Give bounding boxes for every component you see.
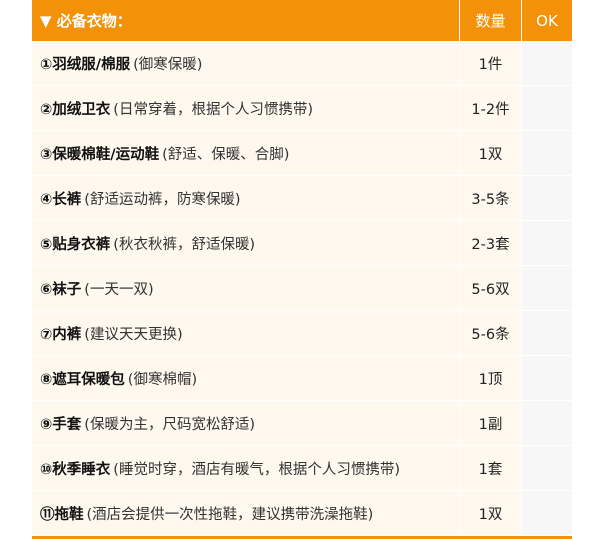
clothing-checklist-table: ▼ 必备衣物： 数量 OK ①羽绒服/棉服 (御寒保暖) 1件 ②加绒卫衣 (日常穿… bbox=[32, 0, 572, 536]
item-note: (一天一双) bbox=[84, 281, 154, 298]
item-name: ⑤贴身衣裤 bbox=[40, 236, 111, 253]
item-name: ⑥袜子 bbox=[40, 281, 82, 298]
table-row: ④长裤 (舒适运动裤，防寒保暖) 3-5条 bbox=[32, 176, 572, 221]
item-quantity: 1双 bbox=[459, 491, 521, 535]
item-cell: ⑩秋季睡衣 (睡觉时穿，酒店有暖气，根据个人习惯携带) bbox=[32, 446, 459, 490]
item-quantity: 1副 bbox=[459, 401, 521, 445]
quantity-header: 数量 bbox=[459, 0, 521, 41]
table-row: ⑤贴身衣裤 (秋衣秋裤，舒适保暖) 2-3套 bbox=[32, 221, 572, 266]
item-cell: ⑪拖鞋 (酒店会提供一次性拖鞋，建议携带洗澡拖鞋) bbox=[32, 491, 459, 535]
item-name: ③保暖棉鞋/运动鞋 bbox=[40, 146, 160, 163]
item-note: (建议天天更换) bbox=[84, 326, 183, 343]
item-quantity: 5-6条 bbox=[459, 311, 521, 355]
ok-checkbox-cell[interactable] bbox=[521, 86, 572, 130]
item-cell: ①羽绒服/棉服 (御寒保暖) bbox=[32, 41, 459, 85]
item-quantity: 1顶 bbox=[459, 356, 521, 400]
item-cell: ⑧遮耳保暖包 (御寒棉帽) bbox=[32, 356, 459, 400]
ok-checkbox-cell[interactable] bbox=[521, 401, 572, 445]
item-name: ⑧遮耳保暖包 bbox=[40, 371, 125, 388]
item-name: ⑩秋季睡衣 bbox=[40, 461, 111, 478]
table-row: ⑧遮耳保暖包 (御寒棉帽) 1顶 bbox=[32, 356, 572, 401]
item-cell: ⑨手套 (保暖为主，尺码宽松舒适) bbox=[32, 401, 459, 445]
table-row: ⑩秋季睡衣 (睡觉时穿，酒店有暖气，根据个人习惯携带) 1套 bbox=[32, 446, 572, 491]
item-quantity: 2-3套 bbox=[459, 221, 521, 265]
ok-checkbox-cell[interactable] bbox=[521, 41, 572, 85]
item-note: (日常穿着，根据个人习惯携带) bbox=[113, 101, 314, 118]
item-quantity: 5-6双 bbox=[459, 266, 521, 310]
table-header: ▼ 必备衣物： 数量 OK bbox=[32, 0, 572, 41]
item-note: (保暖为主，尺码宽松舒适) bbox=[84, 416, 256, 433]
item-quantity: 3-5条 bbox=[459, 176, 521, 220]
ok-checkbox-cell[interactable] bbox=[521, 311, 572, 355]
item-quantity: 1件 bbox=[459, 41, 521, 85]
ok-checkbox-cell[interactable] bbox=[521, 446, 572, 490]
table-row: ⑨手套 (保暖为主，尺码宽松舒适) 1副 bbox=[32, 401, 572, 446]
item-note: (御寒棉帽) bbox=[127, 371, 198, 388]
ok-checkbox-cell[interactable] bbox=[521, 221, 572, 265]
ok-header: OK bbox=[521, 0, 572, 41]
item-name: ④长裤 bbox=[40, 191, 82, 208]
item-note: (酒店会提供一次性拖鞋，建议携带洗澡拖鞋) bbox=[86, 506, 374, 523]
item-cell: ③保暖棉鞋/运动鞋 (舒适、保暖、合脚) bbox=[32, 131, 459, 175]
item-quantity: 1套 bbox=[459, 446, 521, 490]
item-note: (舒适、保暖、合脚) bbox=[162, 146, 290, 163]
ok-checkbox-cell[interactable] bbox=[521, 356, 572, 400]
item-name: ①羽绒服/棉服 bbox=[40, 56, 131, 73]
item-cell: ⑥袜子 (一天一双) bbox=[32, 266, 459, 310]
item-cell: ⑤贴身衣裤 (秋衣秋裤，舒适保暖) bbox=[32, 221, 459, 265]
item-name: ⑨手套 bbox=[40, 416, 82, 433]
table-row: ①羽绒服/棉服 (御寒保暖) 1件 bbox=[32, 41, 572, 86]
item-note: (舒适运动裤，防寒保暖) bbox=[84, 191, 241, 208]
table-row: ⑪拖鞋 (酒店会提供一次性拖鞋，建议携带洗澡拖鞋) 1双 bbox=[32, 491, 572, 536]
table-row: ②加绒卫衣 (日常穿着，根据个人习惯携带) 1-2件 bbox=[32, 86, 572, 131]
ok-checkbox-cell[interactable] bbox=[521, 491, 572, 535]
item-name: ⑪拖鞋 bbox=[40, 506, 84, 523]
item-quantity: 1双 bbox=[459, 131, 521, 175]
section-title: ▼ 必备衣物： bbox=[40, 12, 132, 30]
ok-checkbox-cell[interactable] bbox=[521, 176, 572, 220]
ok-checkbox-cell[interactable] bbox=[521, 266, 572, 310]
item-cell: ④长裤 (舒适运动裤，防寒保暖) bbox=[32, 176, 459, 220]
item-name: ②加绒卫衣 bbox=[40, 101, 111, 118]
table-row: ③保暖棉鞋/运动鞋 (舒适、保暖、合脚) 1双 bbox=[32, 131, 572, 176]
item-name: ⑦内裤 bbox=[40, 326, 82, 343]
item-note: (睡觉时穿，酒店有暖气，根据个人习惯携带) bbox=[113, 461, 401, 478]
item-cell: ⑦内裤 (建议天天更换) bbox=[32, 311, 459, 355]
item-note: (秋衣秋裤，舒适保暖) bbox=[113, 236, 256, 253]
item-cell: ②加绒卫衣 (日常穿着，根据个人习惯携带) bbox=[32, 86, 459, 130]
ok-checkbox-cell[interactable] bbox=[521, 131, 572, 175]
table-row: ⑦内裤 (建议天天更换) 5-6条 bbox=[32, 311, 572, 356]
item-quantity: 1-2件 bbox=[459, 86, 521, 130]
table-row: ⑥袜子 (一天一双) 5-6双 bbox=[32, 266, 572, 311]
item-note: (御寒保暖) bbox=[133, 56, 203, 73]
